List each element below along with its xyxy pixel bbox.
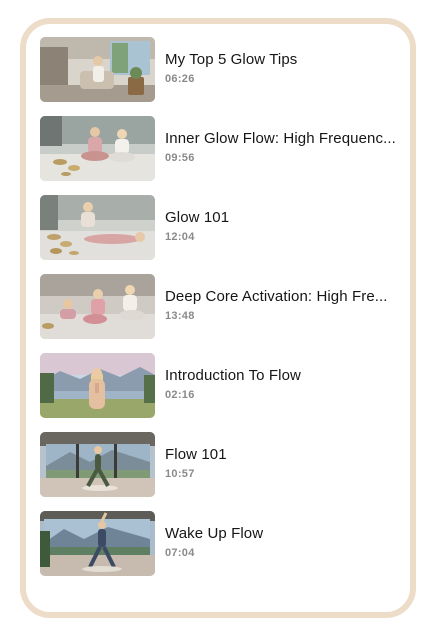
two-women-meditating-with-singing-bowls-thumbnail	[40, 116, 155, 181]
woman-seated-in-living-room-thumbnail	[40, 37, 155, 102]
video-thumbnail[interactable]	[40, 432, 155, 497]
video-list-item[interactable]: Flow 101 10:57	[40, 432, 410, 511]
video-duration: 13:48	[165, 310, 195, 322]
video-thumbnail[interactable]	[40, 37, 155, 102]
video-title[interactable]: Introduction To Flow	[165, 367, 400, 385]
video-thumbnail[interactable]	[40, 353, 155, 418]
video-list-item[interactable]: Deep Core Activation: High Fre... 13:48	[40, 274, 410, 353]
video-thumbnail[interactable]	[40, 511, 155, 576]
video-duration: 10:57	[165, 468, 195, 480]
video-duration: 06:26	[165, 73, 195, 85]
video-title[interactable]: Deep Core Activation: High Fre...	[165, 288, 400, 306]
video-duration: 02:16	[165, 389, 195, 401]
video-thumbnail[interactable]	[40, 274, 155, 339]
woman-prayer-hands-lake-thumbnail	[40, 353, 155, 418]
video-title[interactable]: Inner Glow Flow: High Frequenc...	[165, 130, 400, 148]
group-core-workout-thumbnail	[40, 274, 155, 339]
video-thumbnail[interactable]	[40, 116, 155, 181]
video-list-item[interactable]: My Top 5 Glow Tips 06:26	[40, 37, 410, 116]
video-thumbnail[interactable]	[40, 195, 155, 260]
video-duration: 09:56	[165, 152, 195, 164]
standing-stretch-lake-view-thumbnail	[40, 511, 155, 576]
yoga-pose-by-window-thumbnail	[40, 432, 155, 497]
video-title[interactable]: Wake Up Flow	[165, 525, 400, 543]
phone-frame: My Top 5 Glow Tips 06:26 Inner Glow Flow…	[20, 18, 416, 618]
video-title[interactable]: Flow 101	[165, 446, 400, 464]
video-list-item[interactable]: Glow 101 12:04	[40, 195, 410, 274]
video-duration: 07:04	[165, 547, 195, 559]
video-title[interactable]: My Top 5 Glow Tips	[165, 51, 400, 69]
video-duration: 12:04	[165, 231, 195, 243]
sound-bath-session-thumbnail	[40, 195, 155, 260]
video-list-item[interactable]: Inner Glow Flow: High Frequenc... 09:56	[40, 116, 410, 195]
video-list: My Top 5 Glow Tips 06:26 Inner Glow Flow…	[40, 37, 410, 590]
video-list-item[interactable]: Wake Up Flow 07:04	[40, 511, 410, 590]
video-title[interactable]: Glow 101	[165, 209, 400, 227]
video-list-item[interactable]: Introduction To Flow 02:16	[40, 353, 410, 432]
